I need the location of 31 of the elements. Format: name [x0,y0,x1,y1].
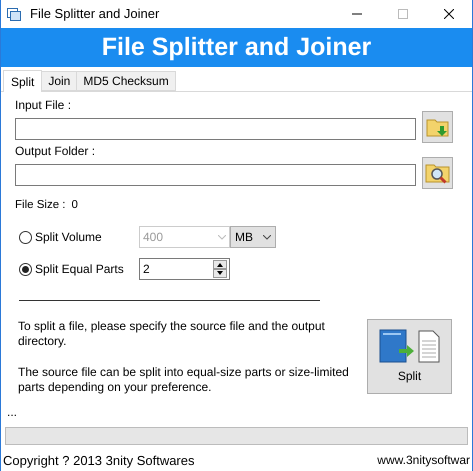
radio-button[interactable] [19,262,32,276]
copyright-text: Copyright ? 2013 3nity Softwares [3,452,194,470]
spin-arrows-icon[interactable] [213,260,227,278]
browse-file-button[interactable] [422,111,453,143]
option-label: Split Equal Parts [35,261,125,278]
output-field[interactable] [15,164,416,186]
unit-dropdown[interactable]: MB [230,226,276,248]
status-text: ... [7,404,18,422]
file-size-label: File Size : [15,198,66,213]
window-title: File Splitter and Joiner [30,5,160,24]
parts-spinner[interactable]: 2 [139,258,230,280]
input-field[interactable] [15,118,416,140]
close-icon[interactable] [444,9,454,19]
header-banner: File Splitter and Joiner [1,28,472,67]
option-label: Split Volume [35,229,103,246]
help-text: To split a file, please specify the source file and the output directory. [18,319,326,350]
caret-icon [218,234,226,240]
tab[interactable]: Split [3,70,42,92]
browse-folder-button[interactable] [422,157,453,189]
radio-button[interactable] [19,230,32,244]
caret-icon [263,234,271,240]
book-to-page-icon [378,328,440,363]
tab[interactable]: Join [41,71,78,91]
tab[interactable]: MD5 Checksum [76,71,176,91]
file-size-value: 0 [72,198,78,213]
help-text: The source file can be split into equal-size parts or size-limited parts depending on your preference. [18,365,350,396]
split-button[interactable]: Split [367,319,452,394]
field-label: Output Folder : [15,143,96,160]
field-label: Input File : [15,97,72,114]
app-icon [7,8,21,20]
website-link[interactable]: www.3nitysoftwar [377,451,470,470]
